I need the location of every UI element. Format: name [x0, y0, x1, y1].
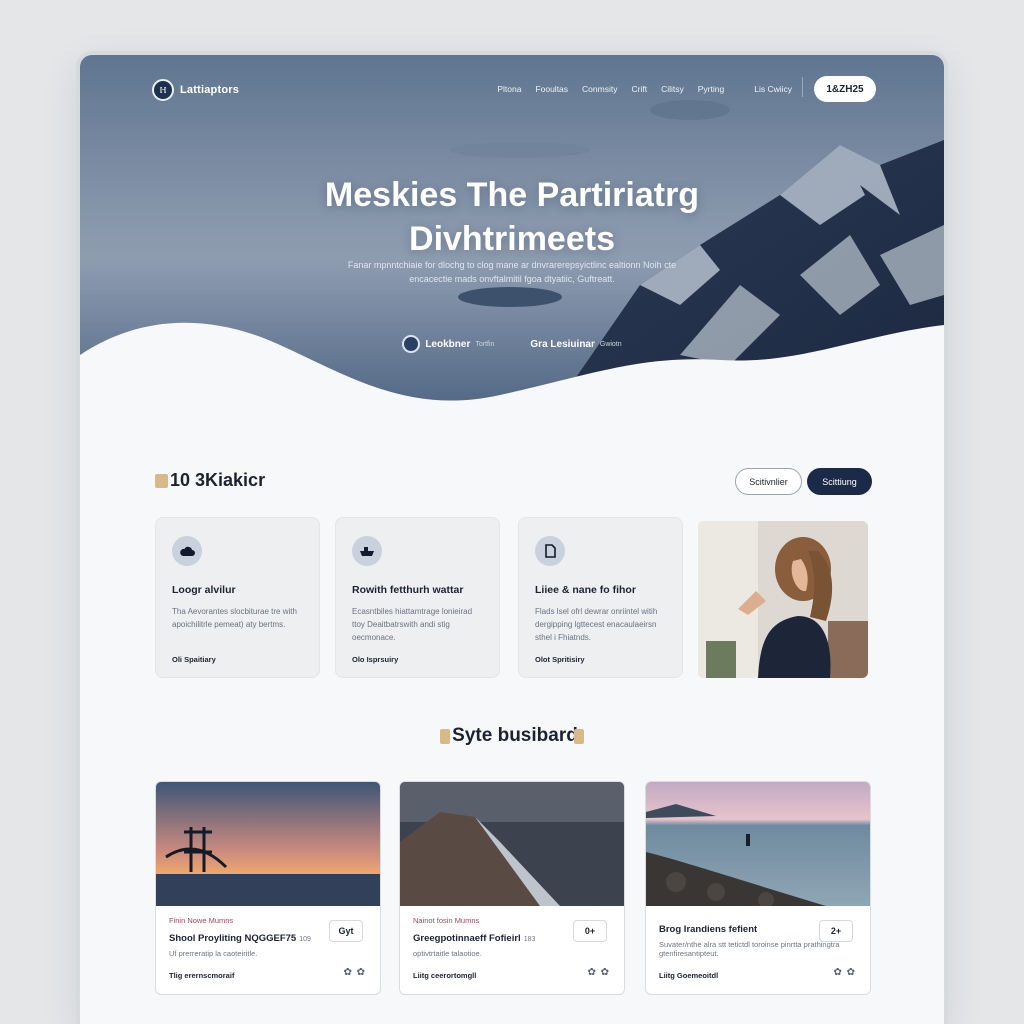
feature-card[interactable]: Liiee & nane fo fihor Flads lsel ofrl de… [518, 517, 683, 678]
hero-title-line-1: Meskies The Partiriatrg [324, 176, 700, 214]
post-card[interactable]: Finin Nowe Mumns Shool Proyliting NQGGEF… [155, 781, 381, 995]
feature-description: Ecasntbiles hiattamtrage lonieirad ttoy … [352, 607, 473, 642]
section-title-blog: Syte busibard [80, 725, 944, 747]
nav-link-1[interactable]: Pltona [497, 84, 521, 94]
partner-name: Leokbner [425, 338, 471, 350]
brand-logo-icon: ℍ [152, 79, 174, 101]
partner-emblem-icon [402, 335, 421, 353]
feature-title: Loogr alvilur [172, 584, 236, 596]
post-link[interactable]: Liitg ceerortomgll [413, 971, 476, 980]
feature-card[interactable]: Loogr alvilur Tha Aevorantes slocbiturae… [155, 517, 320, 678]
bridge-sunset-image [156, 782, 380, 906]
post-link[interactable]: Liitg Goemeoitdl [659, 971, 718, 980]
feature-link[interactable]: Oli Spaitiary [172, 655, 216, 664]
nav-link-5[interactable]: Cilitsy [661, 84, 684, 94]
nav-link-7[interactable]: Lis Cwiicy [754, 84, 792, 94]
post-link[interactable]: Tlig erernscmoraif [169, 971, 234, 980]
secondary-button[interactable]: Scitivnlier [735, 468, 802, 495]
nav-divider [802, 77, 803, 97]
partner-logo-2: Gra Lesiuinar Gwiotn [530, 335, 621, 353]
section-title-features: 10 3Kiakicr [155, 470, 265, 491]
brand[interactable]: ℍ Lattiaptors [152, 79, 239, 101]
hero-title: Meskies The Partiriatrg Divhtrimeets [80, 173, 944, 261]
hero-title-line-2: Divhtrimeets [409, 220, 615, 258]
woman-photo [698, 521, 868, 678]
feature-description: Flads lsel ofrl dewrar onriintel witih d… [535, 607, 658, 642]
nav-link-6[interactable]: Pyrting [698, 84, 724, 94]
feature-title: Rowith fetthurh wattar [352, 584, 464, 596]
partner-tag: Tortfin [475, 340, 495, 348]
feature-link[interactable]: Olot Spritisiry [535, 655, 585, 664]
partner-logo-1: Leokbner Tortfin [402, 335, 494, 353]
share-icons[interactable]: ✿ ✿ [587, 967, 610, 978]
document-icon [535, 536, 565, 566]
post-card[interactable]: Brog Irandiens fefient Suvater/nthe alra… [645, 781, 871, 995]
feature-title: Liiee & nane fo fihor [535, 584, 636, 596]
woman-photo-illustration [698, 521, 868, 678]
nav-cta-button[interactable]: 1&ZH25 [814, 76, 876, 102]
top-navigation: ℍ Lattiaptors Pltona Fooultas Conmsity C… [80, 55, 944, 125]
feature-description: Tha Aevorantes slocbiturae tre with apoi… [172, 607, 297, 629]
section-title-text: 10 3Kiakicr [170, 470, 266, 490]
partner-logos: Leokbner Tortfin Gra Lesiuinar Gwiotn [80, 335, 944, 353]
post-description: Suvater/nthe alra stt tetictdl toroinse … [659, 940, 840, 958]
post-description: optivtrtaitle talaotioe. [413, 949, 482, 958]
post-title-text: Greegpotinnaeff Fofieirl [413, 933, 521, 944]
browser-window: ℍ Lattiaptors Pltona Fooultas Conmsity C… [80, 55, 944, 1024]
feature-link[interactable]: Olo Isprsuiry [352, 655, 398, 664]
post-description: Uf prerreratip la caoteiritle. [169, 949, 258, 958]
primary-button[interactable]: Scittiung [807, 468, 872, 495]
rocky-beach-image [646, 782, 870, 906]
hero-subtitle: Fanar mpnntchiaie for dlochg to clog man… [347, 260, 677, 284]
partner-tag: Gwiotn [599, 340, 622, 348]
post-action-button[interactable]: 2+ [819, 920, 853, 942]
post-tag: 183 [523, 936, 536, 943]
share-icons[interactable]: ✿ ✿ [833, 967, 856, 978]
post-title-text: Brog Irandiens fefient [659, 924, 758, 935]
nav-link-2[interactable]: Fooultas [535, 84, 568, 94]
post-tag: 109 [299, 936, 311, 943]
post-card[interactable]: Nainot fosin Mumns Greegpotinnaeff Fofie… [399, 781, 625, 995]
brand-name: Lattiaptors [180, 84, 240, 96]
post-action-button[interactable]: Gyt [329, 920, 363, 942]
feature-card[interactable]: Rowith fetthurh wattar Ecasntbiles hiatt… [335, 517, 500, 678]
title-accent-mark [440, 728, 451, 744]
title-accent-mark [155, 473, 168, 488]
post-title-text: Shool Proyliting NQGGEF75 [169, 933, 297, 944]
share-icons[interactable]: ✿ ✿ [343, 967, 366, 978]
nav-link-4[interactable]: Crift [631, 84, 647, 94]
boat-icon [352, 536, 382, 566]
nav-links: Pltona Fooultas Conmsity Crift Cilitsy P… [497, 84, 792, 94]
section-title-text: Syte busibard [452, 725, 578, 746]
hero-section: ℍ Lattiaptors Pltona Fooultas Conmsity C… [80, 55, 944, 415]
nav-link-3[interactable]: Conmsity [582, 84, 617, 94]
cloud-icon [172, 536, 202, 566]
partner-name: Gra Lesiuinar [530, 338, 595, 350]
title-accent-mark [573, 728, 584, 744]
post-action-button[interactable]: 0+ [573, 920, 607, 942]
coast-cliff-image [400, 782, 624, 906]
